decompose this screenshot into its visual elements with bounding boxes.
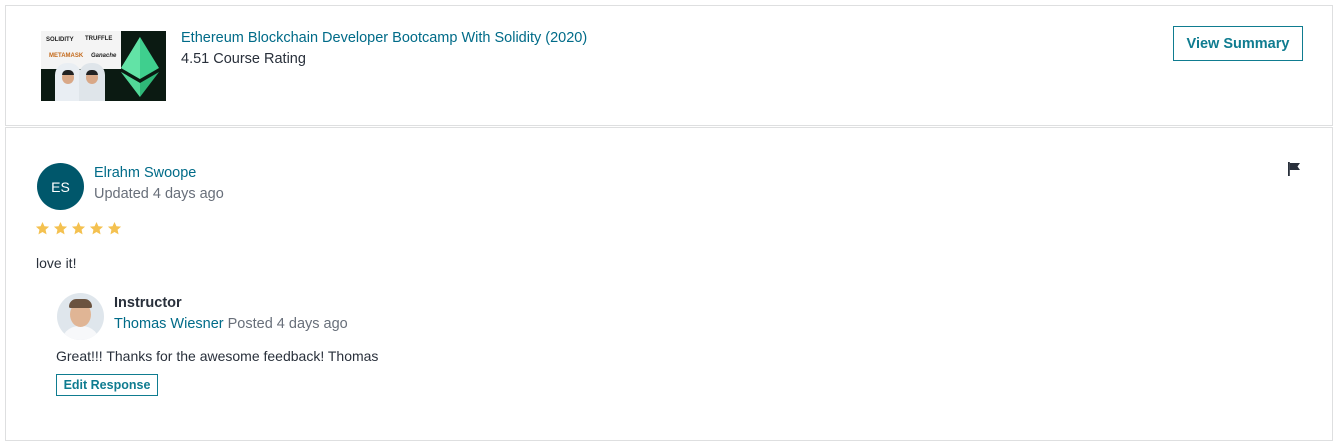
instructor-shirt <box>61 326 100 340</box>
instructor-role-label: Instructor <box>114 295 182 311</box>
course-card: SOLIDITY TRUFFLE METAMASK Ganache Ethere… <box>5 5 1333 126</box>
instructor-avatar <box>57 293 104 340</box>
star-icon <box>53 221 68 235</box>
reviewer-name-link[interactable]: Elrahm Swoope <box>94 165 196 181</box>
star-icon <box>35 221 50 235</box>
course-thumbnail[interactable]: SOLIDITY TRUFFLE METAMASK Ganache <box>41 31 166 101</box>
flag-icon[interactable] <box>1286 161 1302 177</box>
review-text: love it! <box>36 255 77 271</box>
instructor-hair-right <box>86 70 98 75</box>
instructor-hair-left <box>62 70 74 75</box>
instructor-name-link[interactable]: Thomas Wiesner <box>114 316 224 332</box>
course-rating: 4.51 Course Rating <box>181 51 306 67</box>
star-rating <box>35 221 122 236</box>
star-icon <box>89 221 104 235</box>
solidity-logo: SOLIDITY <box>46 37 74 43</box>
metamask-logo: METAMASK <box>49 53 84 59</box>
course-title-link[interactable]: Ethereum Blockchain Developer Bootcamp W… <box>181 30 587 46</box>
star-icon <box>71 221 86 235</box>
truffle-logo: TRUFFLE <box>85 36 113 42</box>
ganache-logo: Ganache <box>91 53 117 59</box>
response-timestamp: Posted 4 days ago <box>227 316 348 332</box>
instructor-meta: Thomas Wiesner Posted 4 days ago <box>114 316 348 332</box>
ethereum-logo-icon <box>121 37 159 97</box>
star-icon <box>107 221 122 235</box>
review-card: ES Elrahm Swoope Updated 4 days ago love… <box>5 127 1333 441</box>
review-timestamp: Updated 4 days ago <box>94 186 224 202</box>
edit-response-button[interactable]: Edit Response <box>56 374 158 396</box>
view-summary-button[interactable]: View Summary <box>1173 26 1303 61</box>
reviewer-avatar: ES <box>37 163 84 210</box>
response-text: Great!!! Thanks for the awesome feedback… <box>56 348 379 364</box>
instructor-hair <box>69 299 92 308</box>
